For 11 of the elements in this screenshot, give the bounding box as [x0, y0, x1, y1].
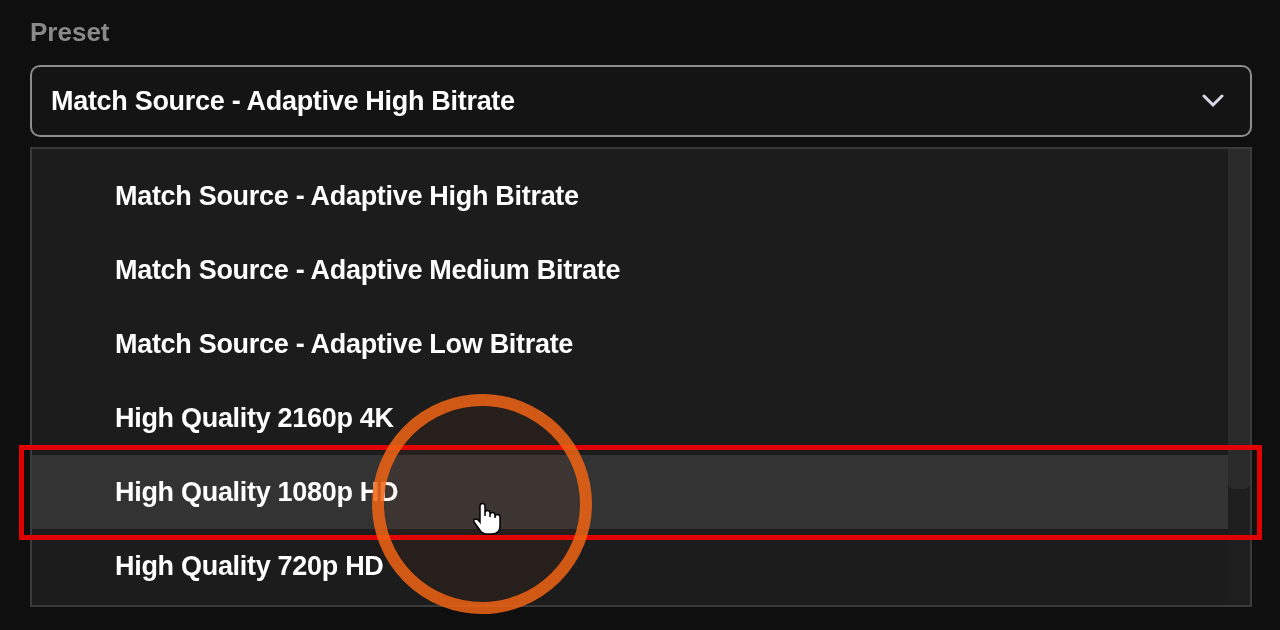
hand-cursor-icon	[472, 502, 502, 536]
dropdown-option[interactable]: High Quality 720p HD	[32, 529, 1228, 603]
field-label: Preset	[30, 16, 111, 49]
chevron-down-icon	[1202, 94, 1224, 108]
preset-dropdown[interactable]: Match Source - Adaptive High Bitrate	[30, 65, 1252, 137]
dropdown-option[interactable]: High Quality 2160p 4K	[32, 381, 1228, 455]
dropdown-option[interactable]: Match Source - Adaptive Low Bitrate	[32, 307, 1228, 381]
scrollbar-thumb[interactable]	[1228, 149, 1250, 489]
dropdown-option[interactable]: Match Source - Adaptive High Bitrate	[32, 159, 1228, 233]
dropdown-value: Match Source - Adaptive High Bitrate	[51, 84, 516, 118]
dropdown-option[interactable]: Match Source - Adaptive Medium Bitrate	[32, 233, 1228, 307]
